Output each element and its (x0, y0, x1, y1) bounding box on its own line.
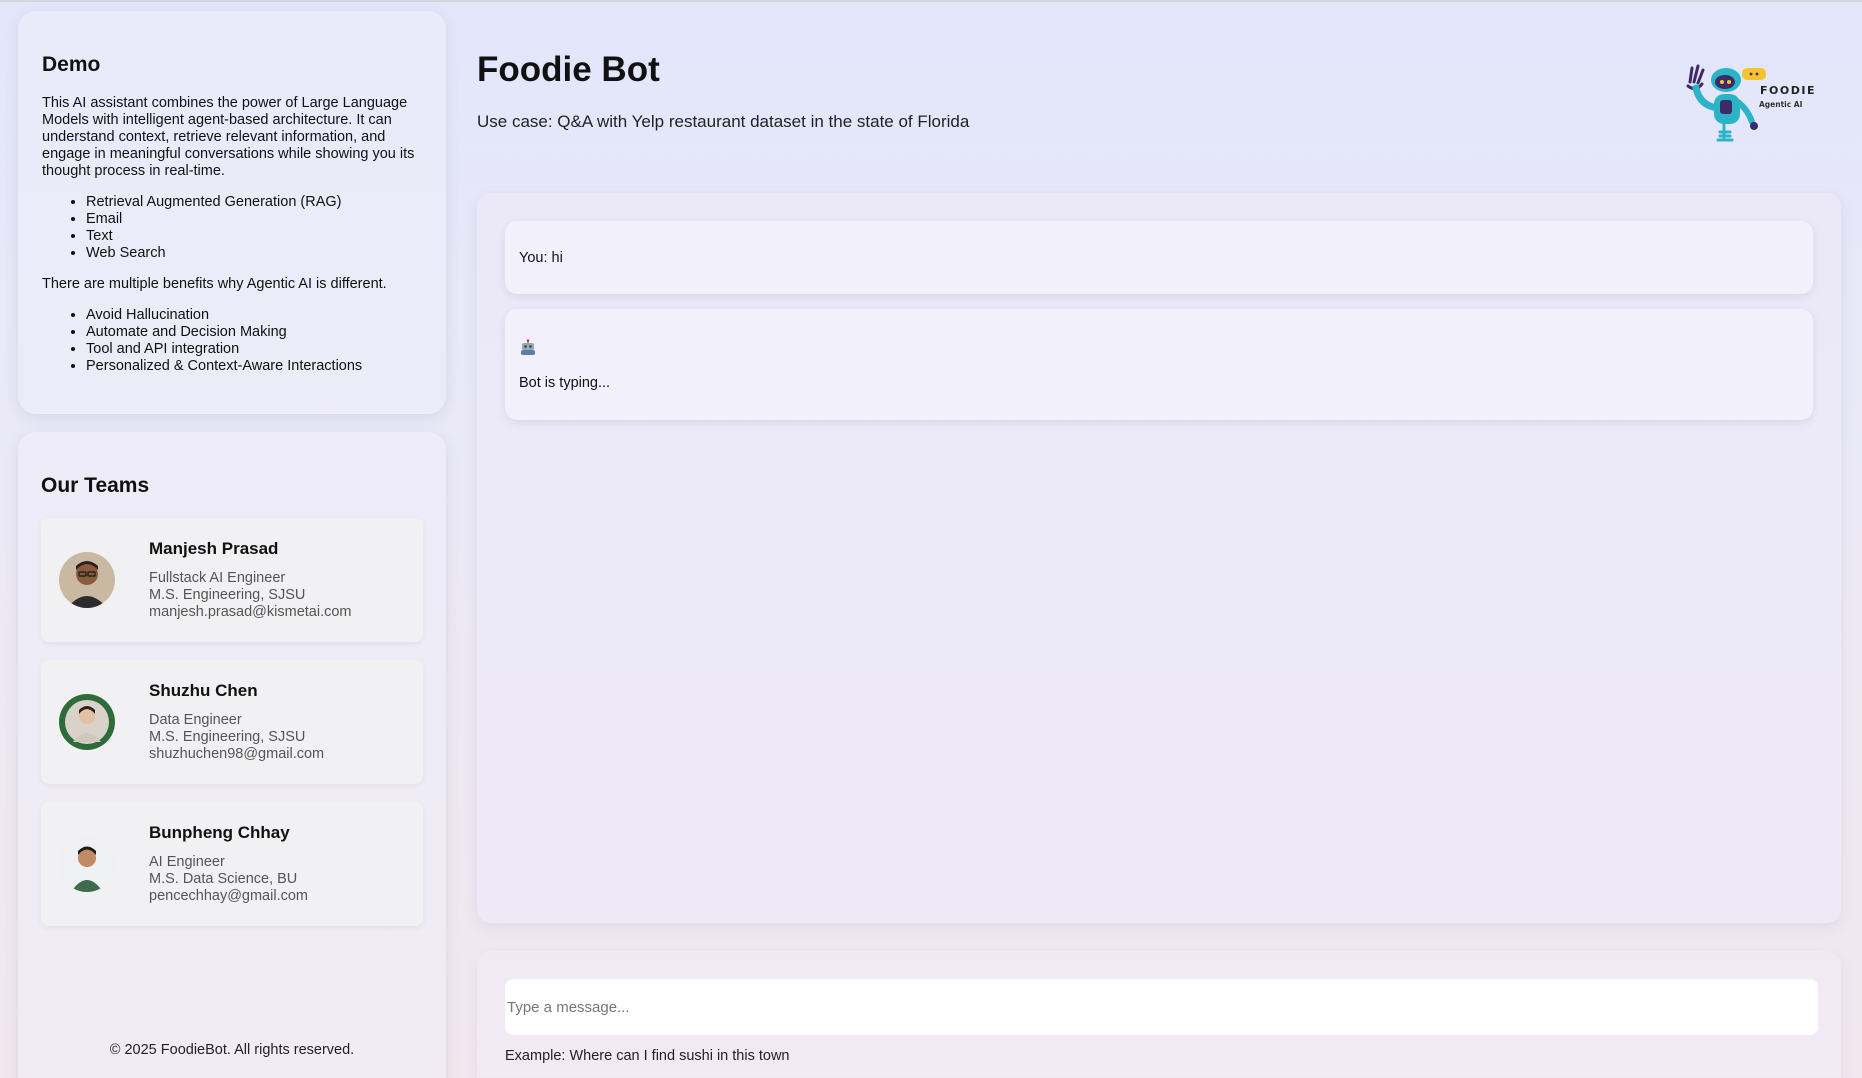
member-info: Manjesh Prasad Fullstack AI Engineer M.S… (149, 539, 352, 621)
member-info: Bunpheng Chhay AI Engineer M.S. Data Sci… (149, 823, 308, 905)
team-member-card: Manjesh Prasad Fullstack AI Engineer M.S… (41, 518, 423, 642)
user-message: You: hi (505, 221, 1813, 294)
feature-list: Retrieval Augmented Generation (RAG) Ema… (86, 194, 422, 262)
demo-title: Demo (42, 53, 101, 76)
member-email: manjesh.prasad@kismetai.com (149, 604, 352, 620)
chat-panel[interactable]: You: hi Bot is typing... (477, 193, 1841, 923)
member-role: AI Engineer (149, 854, 225, 870)
member-name: Manjesh Prasad (149, 539, 279, 558)
teams-title: Our Teams (41, 474, 150, 497)
avatar (59, 552, 115, 608)
member-email: shuzhuchen98@gmail.com (149, 746, 325, 762)
demo-intro: This AI assistant combines the power of … (42, 95, 415, 179)
teams-card: Our Teams Manjesh Prasad Fullstack AI En… (18, 432, 446, 1078)
robot-mascot-icon: FOODIE Agentic AI (1686, 64, 1816, 142)
feature-item: Web Search (86, 245, 422, 262)
avatar (59, 694, 115, 750)
member-education: M.S. Data Science, BU (149, 871, 298, 887)
benefits-intro: There are multiple benefits why Agentic … (42, 276, 387, 292)
bot-message: Bot is typing... (505, 309, 1813, 420)
team-member-card: Bunpheng Chhay AI Engineer M.S. Data Sci… (41, 802, 423, 926)
member-info: Shuzhu Chen Data Engineer M.S. Engineeri… (149, 681, 324, 763)
member-education: M.S. Engineering, SJSU (149, 729, 306, 745)
user-message-text: You: hi (519, 249, 563, 266)
benefit-item: Personalized & Context-Aware Interaction… (86, 358, 422, 375)
page-subtitle: Use case: Q&A with Yelp restaurant datas… (477, 112, 970, 131)
footer-copyright: © 2025 FoodieBot. All rights reserved. (109, 1042, 355, 1058)
member-education: M.S. Engineering, SJSU (149, 587, 306, 603)
member-name: Bunpheng Chhay (149, 823, 290, 842)
benefit-item: Avoid Hallucination (86, 307, 422, 324)
page-title: Foodie Bot (477, 50, 660, 89)
feature-item: Retrieval Augmented Generation (RAG) (86, 194, 422, 211)
member-role: Fullstack AI Engineer (149, 570, 286, 586)
demo-card: Demo This AI assistant combines the powe… (18, 11, 446, 414)
feature-item: Email (86, 211, 422, 228)
bot-typing-indicator: Bot is typing... (519, 375, 611, 391)
member-role: Data Engineer (149, 712, 242, 728)
benefit-item: Tool and API integration (86, 341, 422, 358)
benefit-item: Automate and Decision Making (86, 324, 422, 341)
svg-text:Agentic AI: Agentic AI (1759, 100, 1803, 109)
composer-panel: Example: Where can I find sushi in this … (477, 951, 1841, 1078)
top-border (0, 0, 1862, 2)
feature-item: Text (86, 228, 422, 245)
svg-text:FOODIE: FOODIE (1760, 84, 1816, 97)
example-hint: Example: Where can I find sushi in this … (505, 1048, 790, 1064)
team-member-card: Shuzhu Chen Data Engineer M.S. Engineeri… (41, 660, 423, 784)
member-email: pencechhay@gmail.com (149, 888, 308, 904)
avatar (59, 836, 115, 892)
robot-icon (519, 339, 537, 357)
benefit-list: Avoid Hallucination Automate and Decisio… (86, 307, 422, 375)
member-name: Shuzhu Chen (149, 681, 258, 700)
foodie-logo: FOODIE Agentic AI (1680, 62, 1820, 157)
message-input[interactable] (505, 979, 1818, 1035)
